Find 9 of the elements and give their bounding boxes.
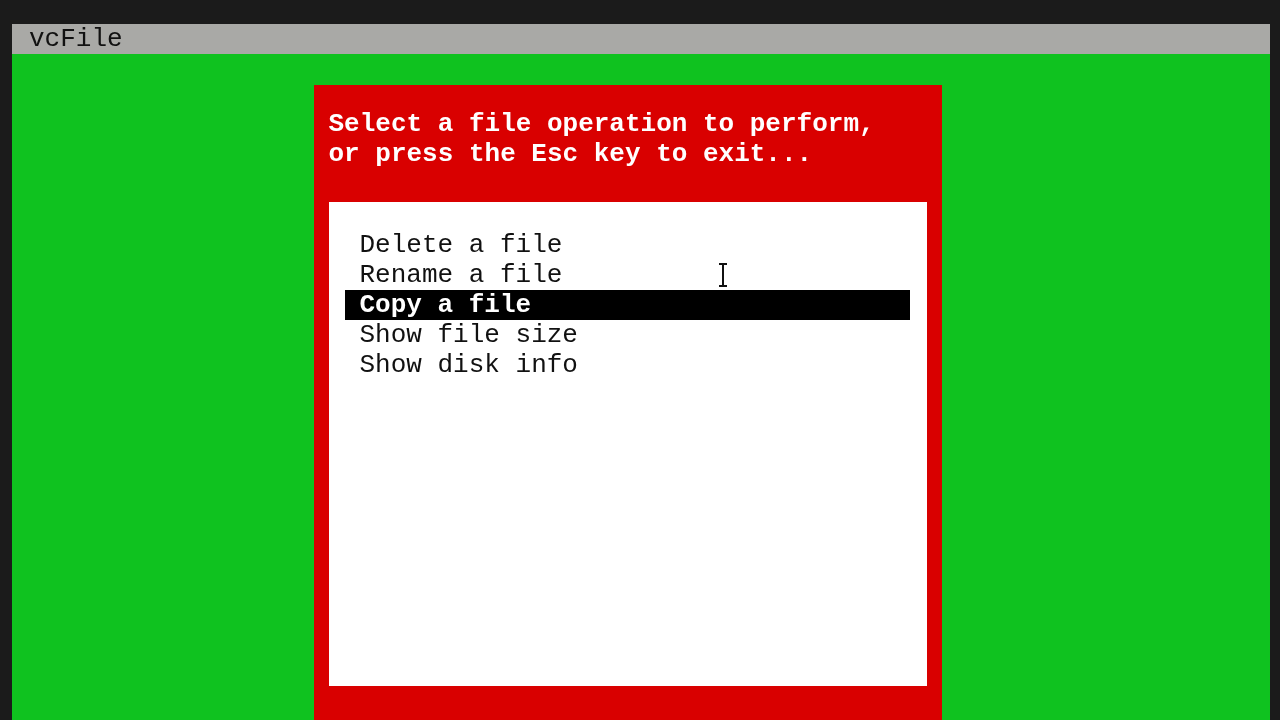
menu-item[interactable]: Show disk info xyxy=(344,350,910,380)
menu-item[interactable]: Rename a file xyxy=(344,260,910,290)
menu-item[interactable]: Copy a file xyxy=(344,290,910,320)
prompt-text: or press the Esc key to exit... xyxy=(328,139,814,169)
window-title: vcFile xyxy=(29,24,123,54)
prompt-text: Select a file operation to perform, xyxy=(328,109,876,139)
text-cursor-icon xyxy=(717,263,728,287)
menu-item[interactable]: Show file size xyxy=(344,320,910,350)
menu-item[interactable]: Delete a file xyxy=(344,230,910,260)
